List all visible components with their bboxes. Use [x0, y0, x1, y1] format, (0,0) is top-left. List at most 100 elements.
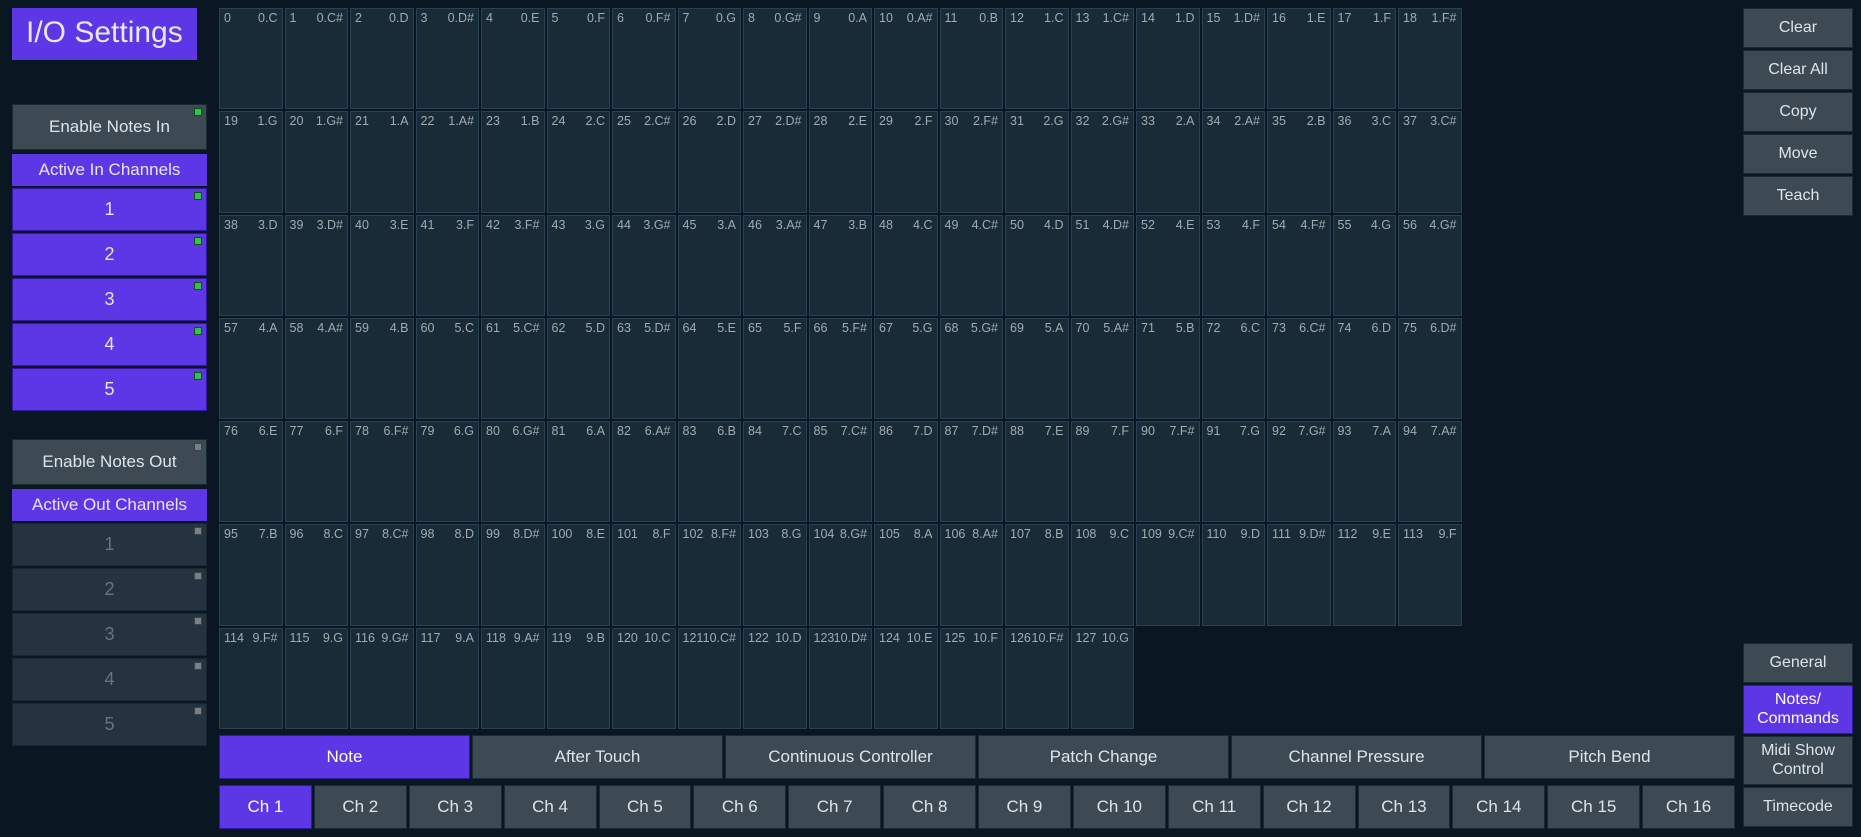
note-cell[interactable]: 484.C [874, 215, 938, 316]
note-cell[interactable]: 403.E [350, 215, 414, 316]
note-cell[interactable]: 1099.C# [1136, 524, 1200, 625]
note-cell[interactable]: 615.C# [481, 318, 545, 419]
channel-tab[interactable]: Ch 16 [1642, 785, 1735, 829]
note-cell[interactable]: 272.D# [743, 111, 807, 212]
note-cell[interactable]: 383.D [219, 215, 283, 316]
note-cell[interactable]: 110.B [940, 8, 1004, 109]
note-cell[interactable]: 332.A [1136, 111, 1200, 212]
note-cell[interactable]: 12210.D [743, 628, 807, 729]
note-cell[interactable]: 342.A# [1202, 111, 1266, 212]
enable-notes-out-button[interactable]: Enable Notes Out [12, 439, 207, 485]
note-cell[interactable]: 211.A [350, 111, 414, 212]
note-cell[interactable]: 726.C [1202, 318, 1266, 419]
note-cell[interactable]: 978.C# [350, 524, 414, 625]
mode-tab[interactable]: Timecode [1743, 787, 1853, 827]
out-channel-button[interactable]: 1 [12, 523, 207, 566]
note-cell[interactable]: 574.A [219, 318, 283, 419]
note-cell[interactable]: 796.G [416, 421, 480, 522]
note-cell[interactable]: 1189.A# [481, 628, 545, 729]
in-channel-button[interactable]: 4 [12, 323, 207, 366]
note-cell[interactable]: 1068.A# [940, 524, 1004, 625]
note-cell[interactable]: 161.E [1267, 8, 1331, 109]
in-channel-button[interactable]: 3 [12, 278, 207, 321]
note-cell[interactable]: 100.A# [874, 8, 938, 109]
note-cell[interactable]: 413.F [416, 215, 480, 316]
note-cell[interactable]: 786.F# [350, 421, 414, 522]
note-cell[interactable]: 302.F# [940, 111, 1004, 212]
channel-tab[interactable]: Ch 13 [1358, 785, 1451, 829]
note-cell[interactable]: 736.C# [1267, 318, 1331, 419]
note-cell[interactable]: 1018.F [612, 524, 676, 625]
note-cell[interactable]: 584.A# [285, 318, 349, 419]
clear-all-button[interactable]: Clear All [1743, 50, 1853, 90]
note-cell[interactable]: 262.D [678, 111, 742, 212]
note-cell[interactable]: 171.F [1333, 8, 1397, 109]
note-cell[interactable]: 30.D# [416, 8, 480, 109]
note-cell[interactable]: 897.F [1071, 421, 1135, 522]
note-cell[interactable]: 322.G# [1071, 111, 1135, 212]
channel-tab[interactable]: Ch 8 [883, 785, 976, 829]
note-cell[interactable]: 968.C [285, 524, 349, 625]
note-cell[interactable]: 393.D# [285, 215, 349, 316]
note-cell[interactable]: 655.F [743, 318, 807, 419]
copy-button[interactable]: Copy [1743, 92, 1853, 132]
note-cell[interactable]: 877.D# [940, 421, 1004, 522]
note-cell[interactable]: 514.D# [1071, 215, 1135, 316]
channel-tab[interactable]: Ch 7 [788, 785, 881, 829]
in-channel-button[interactable]: 5 [12, 368, 207, 411]
note-cell[interactable]: 453.A [678, 215, 742, 316]
note-cell[interactable]: 231.B [481, 111, 545, 212]
note-cell[interactable]: 12510.F [940, 628, 1004, 729]
note-cell[interactable]: 867.D [874, 421, 938, 522]
note-cell[interactable]: 806.G# [481, 421, 545, 522]
note-cell[interactable]: 141.D [1136, 8, 1200, 109]
note-cell[interactable]: 1008.E [547, 524, 611, 625]
note-cell[interactable]: 766.E [219, 421, 283, 522]
mode-tab[interactable]: General [1743, 643, 1853, 683]
note-cell[interactable]: 907.F# [1136, 421, 1200, 522]
note-cell[interactable]: 292.F [874, 111, 938, 212]
note-cell[interactable]: 554.G [1333, 215, 1397, 316]
note-cell[interactable]: 635.D# [612, 318, 676, 419]
note-cell[interactable]: 10.C# [285, 8, 349, 109]
note-cell[interactable]: 80.G# [743, 8, 807, 109]
note-cell[interactable]: 1089.C [1071, 524, 1135, 625]
note-cell[interactable]: 363.C [1333, 111, 1397, 212]
mode-tab[interactable]: Midi Show Control [1743, 736, 1853, 785]
note-cell[interactable]: 443.G# [612, 215, 676, 316]
note-cell[interactable]: 594.B [350, 318, 414, 419]
note-cell[interactable]: 927.G# [1267, 421, 1331, 522]
note-cell[interactable]: 1048.G# [809, 524, 873, 625]
note-cell[interactable]: 181.F# [1398, 8, 1462, 109]
note-cell[interactable]: 352.B [1267, 111, 1331, 212]
note-cell[interactable]: 816.A [547, 421, 611, 522]
note-cell[interactable]: 1169.G# [350, 628, 414, 729]
note-cell[interactable]: 564.G# [1398, 215, 1462, 316]
note-cell[interactable]: 12010.C [612, 628, 676, 729]
channel-tab[interactable]: Ch 4 [504, 785, 597, 829]
note-cell[interactable]: 695.A [1005, 318, 1069, 419]
note-cell[interactable]: 121.C [1005, 8, 1069, 109]
note-cell[interactable]: 1109.D [1202, 524, 1266, 625]
message-type-tab[interactable]: Note [219, 735, 470, 779]
note-cell[interactable]: 12310.D# [809, 628, 873, 729]
note-cell[interactable]: 00.C [219, 8, 283, 109]
note-cell[interactable]: 12610.F# [1005, 628, 1069, 729]
channel-tab[interactable]: Ch 15 [1547, 785, 1640, 829]
note-cell[interactable]: 847.C [743, 421, 807, 522]
channel-tab[interactable]: Ch 6 [693, 785, 786, 829]
in-channel-button[interactable]: 2 [12, 233, 207, 276]
channel-tab[interactable]: Ch 9 [978, 785, 1071, 829]
note-cell[interactable]: 756.D# [1398, 318, 1462, 419]
note-cell[interactable]: 605.C [416, 318, 480, 419]
note-cell[interactable]: 201.G# [285, 111, 349, 212]
note-cell[interactable]: 857.C# [809, 421, 873, 522]
note-cell[interactable]: 534.F [1202, 215, 1266, 316]
out-channel-button[interactable]: 5 [12, 703, 207, 746]
note-cell[interactable]: 746.D [1333, 318, 1397, 419]
note-cell[interactable]: 50.F [547, 8, 611, 109]
note-cell[interactable]: 373.C# [1398, 111, 1462, 212]
mode-tab[interactable]: Notes/ Commands [1743, 685, 1853, 734]
note-cell[interactable]: 524.E [1136, 215, 1200, 316]
note-cell[interactable]: 312.G [1005, 111, 1069, 212]
